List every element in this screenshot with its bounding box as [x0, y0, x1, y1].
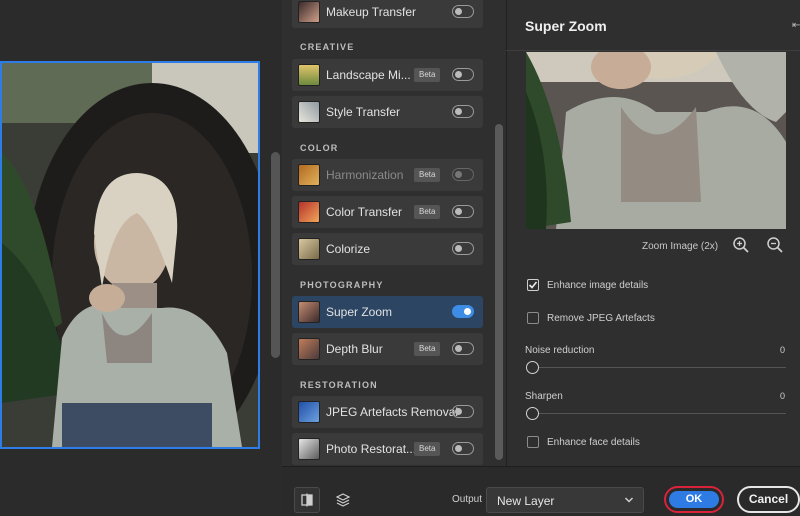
jpeg-artefacts-toggle[interactable] [452, 405, 474, 418]
noise-reduction-slider[interactable] [526, 361, 539, 374]
checkmark-icon [528, 281, 538, 289]
panel-title: Super Zoom [525, 18, 607, 34]
section-label-restoration: RESTORATION [300, 380, 378, 390]
filter-item-jpeg-artefacts-removal[interactable]: JPEG Artefacts Removal [292, 396, 483, 428]
zoom-out-icon[interactable] [766, 236, 784, 254]
filter-label: JPEG Artefacts Removal [326, 405, 459, 419]
jpeg-artefacts-thumbnail [298, 401, 320, 423]
sharpen-value: 0 [780, 391, 786, 401]
split-view-icon [301, 493, 313, 507]
filter-list-scroll-thumb[interactable] [495, 124, 503, 460]
beta-badge: Beta [414, 342, 441, 356]
depth-blur-toggle[interactable] [452, 342, 474, 355]
color-transfer-thumbnail [298, 201, 320, 223]
ok-button-label: OK [669, 491, 719, 508]
cancel-button[interactable]: Cancel [737, 486, 800, 513]
harmonization-thumbnail [298, 164, 320, 186]
canvas-bottom-strip [0, 449, 270, 516]
zoom-in-icon[interactable] [732, 236, 750, 254]
face-details-label: Enhance face details [547, 436, 640, 448]
section-label-creative: CREATIVE [300, 42, 355, 52]
filter-item-photo-restoration[interactable]: Photo Restorat... Beta [292, 433, 483, 465]
landscape-mixer-toggle[interactable] [452, 68, 474, 81]
filter-list-scrollbar[interactable] [494, 0, 506, 466]
filter-label: Style Transfer [326, 105, 401, 119]
output-label: Output [452, 494, 483, 505]
neural-filters-window: Makeup Transfer CREATIVE Landscape Mi...… [0, 0, 800, 516]
photo-restoration-thumbnail [298, 438, 320, 460]
sharpen-slider[interactable] [526, 407, 539, 420]
filter-item-color-transfer[interactable]: Color Transfer Beta [292, 196, 483, 228]
beta-badge: Beta [414, 68, 441, 82]
compare-view-button[interactable] [294, 487, 320, 513]
filter-item-harmonization[interactable]: Harmonization Beta [292, 159, 483, 191]
color-transfer-toggle[interactable] [452, 205, 474, 218]
filter-label: Colorize [326, 242, 371, 256]
zoom-image-label: Zoom Image (2x) [642, 241, 719, 252]
style-transfer-toggle[interactable] [452, 105, 474, 118]
filter-item-makeup-transfer[interactable]: Makeup Transfer [292, 0, 483, 28]
filter-label: Super Zoom [326, 305, 393, 319]
filter-label: Harmonization [326, 168, 404, 182]
section-label-photography: PHOTOGRAPHY [300, 280, 384, 290]
filter-item-depth-blur[interactable]: Depth Blur Beta [292, 333, 483, 365]
panel-divider [506, 50, 800, 51]
layers-icon [335, 493, 351, 507]
section-label-color: COLOR [300, 143, 339, 153]
filter-label: Makeup Transfer [326, 5, 417, 19]
remove-jpeg-checkbox[interactable] [527, 312, 539, 324]
filter-label: Color Transfer [326, 205, 403, 219]
canvas-scrollbar[interactable] [270, 0, 282, 516]
filter-label: Photo Restorat... [326, 442, 417, 456]
enhance-details-option[interactable]: Enhance image details [527, 279, 648, 291]
filter-label: Landscape Mi... [326, 68, 411, 82]
filter-item-style-transfer[interactable]: Style Transfer [292, 96, 483, 128]
zoom-preview-image [526, 52, 786, 229]
output-select[interactable]: New Layer [486, 487, 644, 513]
beta-badge: Beta [414, 205, 441, 219]
remove-jpeg-label: Remove JPEG Artefacts [547, 312, 655, 324]
filter-label: Depth Blur [326, 342, 383, 356]
super-zoom-toggle[interactable] [452, 305, 474, 318]
harmonization-toggle[interactable] [452, 168, 474, 181]
remove-jpeg-option[interactable]: Remove JPEG Artefacts [527, 312, 655, 324]
filter-item-super-zoom[interactable]: Super Zoom [292, 296, 483, 328]
makeup-transfer-thumbnail [298, 1, 320, 23]
filter-item-colorize[interactable]: Colorize [292, 233, 483, 265]
chevron-down-icon [624, 497, 634, 503]
colorize-toggle[interactable] [452, 242, 474, 255]
noise-reduction-value: 0 [780, 345, 786, 355]
canvas-photo [0, 61, 260, 449]
layers-button[interactable] [330, 487, 356, 513]
super-zoom-thumbnail [298, 301, 320, 323]
ok-button[interactable]: OK [664, 486, 724, 513]
face-details-checkbox[interactable] [527, 436, 539, 448]
makeup-transfer-toggle[interactable] [452, 5, 474, 18]
noise-reduction-label: Noise reduction [525, 345, 595, 356]
collapse-icon[interactable]: ⇤ [792, 20, 800, 31]
photo-restoration-toggle[interactable] [452, 442, 474, 455]
style-transfer-thumbnail [298, 101, 320, 123]
sharpen-track[interactable] [533, 413, 786, 414]
beta-badge: Beta [414, 442, 441, 456]
landscape-mixer-thumbnail [298, 64, 320, 86]
beta-badge: Beta [414, 168, 441, 182]
filter-item-landscape-mixer[interactable]: Landscape Mi... Beta [292, 59, 483, 91]
noise-reduction-track[interactable] [533, 367, 786, 368]
sharpen-label: Sharpen [525, 391, 563, 402]
output-value: New Layer [497, 494, 555, 508]
enhance-details-checkbox[interactable] [527, 279, 539, 291]
depth-blur-thumbnail [298, 338, 320, 360]
face-details-option[interactable]: Enhance face details [527, 436, 640, 448]
enhance-details-label: Enhance image details [547, 279, 649, 291]
canvas-scroll-thumb[interactable] [271, 152, 280, 358]
colorize-thumbnail [298, 238, 320, 260]
